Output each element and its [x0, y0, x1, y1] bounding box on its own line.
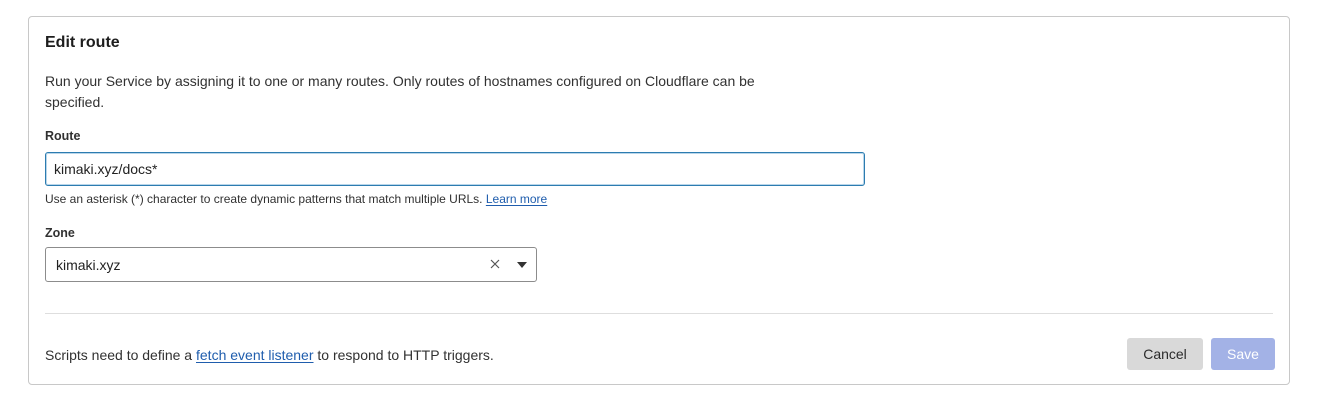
- zone-select[interactable]: kimaki.xyz: [45, 247, 537, 282]
- learn-more-link[interactable]: Learn more: [486, 192, 547, 206]
- chevron-down-icon[interactable]: [516, 261, 528, 269]
- fetch-event-listener-link[interactable]: fetch event listener: [196, 347, 314, 363]
- edit-route-card: Edit route Run your Service by assigning…: [28, 16, 1290, 385]
- zone-label: Zone: [45, 226, 75, 240]
- footer-text-before: Scripts need to define a: [45, 347, 193, 363]
- cancel-button[interactable]: Cancel: [1127, 338, 1203, 370]
- route-helper-text: Use an asterisk (*) character to create …: [45, 192, 547, 206]
- footer-message: Scripts need to define a fetch event lis…: [45, 347, 494, 363]
- zone-selected-value: kimaki.xyz: [56, 257, 121, 273]
- card-description: Run your Service by assigning it to one …: [45, 73, 755, 110]
- footer-text-after: to respond to HTTP triggers.: [317, 347, 494, 363]
- card-title: Edit route: [45, 34, 120, 51]
- footer-divider: [45, 313, 1273, 314]
- route-label: Route: [45, 129, 81, 143]
- save-button[interactable]: Save: [1211, 338, 1275, 370]
- route-input[interactable]: [45, 152, 865, 186]
- close-icon[interactable]: [488, 257, 502, 271]
- helper-text: Use an asterisk (*) character to create …: [45, 192, 483, 206]
